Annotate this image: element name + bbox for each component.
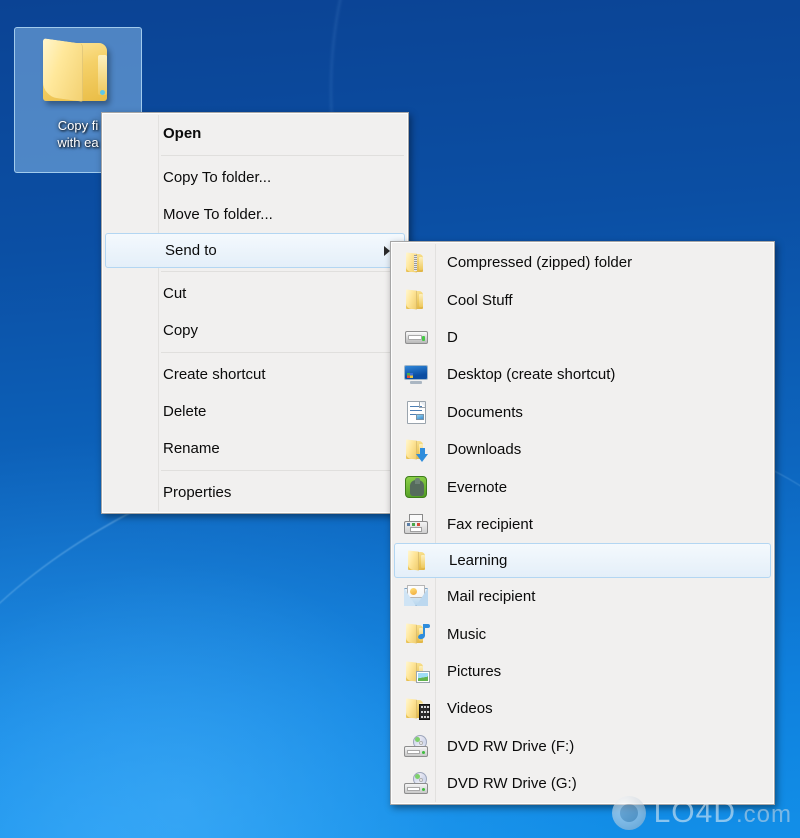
folder-context-menu[interactable]: Open Copy To folder... Move To folder...…	[101, 112, 409, 514]
menu-item-move-to-folder[interactable]: Move To folder...	[104, 196, 406, 233]
submenu-item-downloads[interactable]: Downloads	[393, 431, 772, 468]
menu-item-copy-to-folder[interactable]: Copy To folder...	[104, 159, 406, 196]
submenu-item-documents[interactable]: Documents	[393, 394, 772, 431]
music-folder-icon	[403, 621, 430, 647]
mail-envelope-icon	[403, 584, 429, 610]
submenu-item-pictures[interactable]: Pictures	[393, 653, 772, 690]
dvd-drive-icon	[403, 771, 429, 797]
submenu-item-dvd-drive-f[interactable]: DVD RW Drive (F:)	[393, 728, 772, 765]
fax-machine-icon	[403, 511, 429, 537]
submenu-item-videos[interactable]: Videos	[393, 690, 772, 727]
send-to-submenu[interactable]: Compressed (zipped) folder Cool Stuff D …	[390, 241, 775, 806]
dvd-drive-icon	[403, 733, 429, 759]
pictures-folder-icon	[403, 659, 430, 685]
submenu-item-drive-d[interactable]: D	[393, 319, 772, 356]
menu-item-rename[interactable]: Rename	[104, 430, 406, 467]
folder-icon	[405, 548, 431, 574]
videos-folder-icon	[403, 696, 430, 722]
submenu-item-desktop-shortcut[interactable]: Desktop (create shortcut)	[393, 356, 772, 393]
submenu-item-music[interactable]: Music	[393, 616, 772, 653]
menu-item-create-shortcut[interactable]: Create shortcut	[104, 356, 406, 393]
menu-item-send-to[interactable]: Send to	[105, 233, 405, 268]
menu-item-cut[interactable]: Cut	[104, 275, 406, 312]
submenu-item-compressed-folder[interactable]: Compressed (zipped) folder	[393, 244, 772, 281]
menu-separator	[161, 271, 404, 272]
folder-icon	[39, 38, 117, 105]
documents-icon	[403, 399, 429, 425]
downloads-folder-icon	[403, 437, 429, 463]
menu-item-delete[interactable]: Delete	[104, 393, 406, 430]
menu-separator	[161, 470, 404, 471]
submenu-item-dvd-drive-g[interactable]: DVD RW Drive (G:)	[393, 765, 772, 802]
folder-icon	[403, 287, 429, 313]
menu-separator	[161, 155, 404, 156]
submenu-item-fax-recipient[interactable]: Fax recipient	[393, 506, 772, 543]
menu-separator	[161, 352, 404, 353]
submenu-item-cool-stuff[interactable]: Cool Stuff	[393, 281, 772, 318]
menu-item-properties[interactable]: Properties	[104, 474, 406, 511]
submenu-item-learning[interactable]: Learning	[394, 543, 771, 579]
hard-drive-icon	[403, 324, 429, 350]
evernote-icon	[403, 474, 429, 500]
menu-item-copy[interactable]: Copy	[104, 312, 406, 349]
menu-item-open[interactable]: Open	[104, 115, 406, 152]
zipped-folder-icon	[403, 250, 429, 276]
submenu-item-evernote[interactable]: Evernote	[393, 468, 772, 505]
desktop-monitor-icon	[403, 362, 429, 388]
submenu-item-mail-recipient[interactable]: Mail recipient	[393, 578, 772, 615]
